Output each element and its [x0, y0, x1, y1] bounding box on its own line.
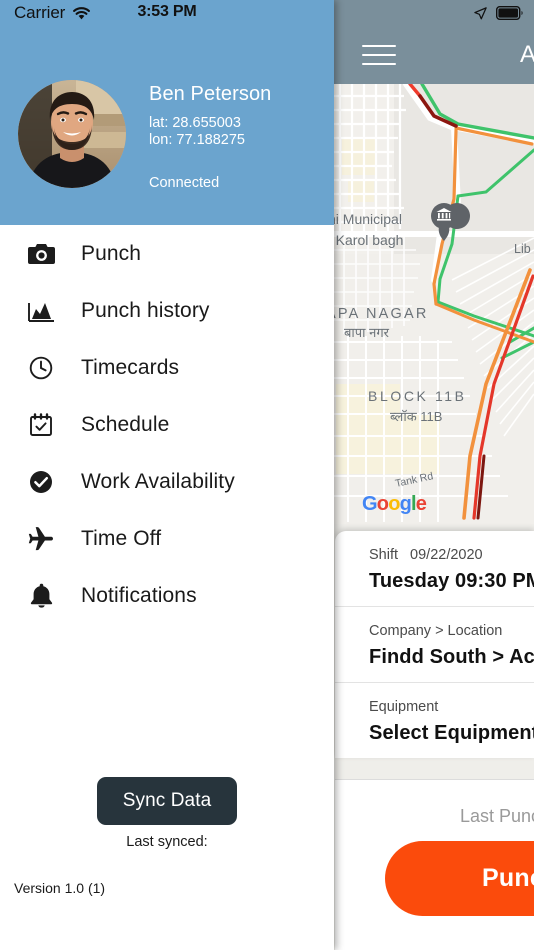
menu-item-label: Notifications	[81, 583, 197, 607]
battery-full-icon	[496, 6, 524, 20]
menu-item-punch-history[interactable]: Punch history	[0, 282, 334, 339]
map-tiles: Lib hi Municipal n Karol bagh APA NAGAR …	[334, 84, 534, 524]
location-label-text: Location	[447, 623, 503, 639]
side-drawer: Carrier 3:53 PM Ben Peterson lat: 28.655…	[0, 0, 334, 950]
svg-text:ब्लॉक 11B: ब्लॉक 11B	[390, 409, 442, 424]
location-arrow-icon	[473, 6, 488, 21]
latitude-line: lat: 28.655003	[149, 115, 241, 131]
user-avatar-photo[interactable]	[18, 80, 126, 188]
profile-text-block: Ben Peterson lat: 28.655003 lon: 77.1882…	[149, 80, 271, 191]
shift-row[interactable]: Shift 09/22/2020 Tuesday 09:30 PM	[335, 531, 534, 606]
menu-item-label: Punch	[81, 241, 142, 265]
logo-letter: G	[362, 493, 378, 515]
bell-icon	[26, 582, 56, 610]
page-title: Ac	[520, 41, 534, 68]
check-circle-icon	[26, 468, 56, 496]
svg-text:hi Municipal: hi Municipal	[334, 211, 402, 227]
company-location-value: Findd South > Ace	[369, 646, 534, 668]
logo-letter: g	[399, 493, 412, 515]
map-label: Lib	[514, 242, 531, 256]
drawer-header: Carrier 3:53 PM Ben Peterson lat: 28.655…	[0, 0, 334, 225]
punch-button[interactable]: Punc	[385, 841, 534, 916]
shift-details-card: Shift 09/22/2020 Tuesday 09:30 PM Compan…	[335, 531, 534, 758]
punch-area: Last Punch Punc	[335, 779, 534, 950]
camera-icon	[26, 240, 56, 268]
hamburger-menu-icon[interactable]	[362, 38, 396, 72]
company-location-label: Company > Location	[369, 623, 534, 639]
chart-area-icon	[26, 297, 56, 325]
logo-letter: o	[376, 493, 389, 515]
menu-item-timecards[interactable]: Timecards	[0, 339, 334, 396]
menu-item-schedule[interactable]: Schedule	[0, 396, 334, 453]
svg-text:n Karol bagh: n Karol bagh	[334, 232, 403, 248]
menu-item-label: Schedule	[81, 412, 170, 436]
main-screen: Ac	[334, 0, 534, 950]
svg-text:बापा नगर: बापा नगर	[344, 325, 390, 340]
drawer-menu: Punch Punch history Timecards Schedule W…	[0, 225, 334, 624]
equipment-row[interactable]: Equipment Select Equipment	[335, 682, 534, 758]
shift-date: 09/22/2020	[410, 547, 483, 563]
clock-icon	[26, 354, 56, 382]
hamburger-bar	[362, 54, 396, 56]
svg-text:APA NAGAR: APA NAGAR	[334, 306, 429, 322]
app-root: Ac	[0, 0, 534, 950]
svg-text:e: e	[334, 460, 335, 466]
menu-item-label: Punch history	[81, 298, 210, 322]
longitude-line: lon: 77.188275	[149, 132, 245, 148]
equipment-value[interactable]: Select Equipment	[369, 722, 534, 745]
sync-data-button[interactable]: Sync Data	[96, 777, 238, 825]
user-name: Ben Peterson	[149, 83, 272, 105]
airplane-icon	[26, 525, 56, 553]
menu-item-time-off[interactable]: Time Off	[0, 510, 334, 567]
status-bar-time: 3:53 PM	[137, 3, 197, 20]
menu-item-label: Work Availability	[81, 469, 235, 493]
menu-item-notifications[interactable]: Notifications	[0, 567, 334, 624]
gps-coordinates: lat: 28.655003 lon: 77.188275	[149, 115, 271, 149]
company-label-text: Company	[369, 623, 432, 639]
shift-row-label: Shift 09/22/2020	[369, 547, 534, 563]
separator-icon: >	[435, 623, 444, 639]
last-punch-label: Last Punch	[459, 806, 534, 826]
app-version-label: Version 1.0 (1)	[14, 880, 106, 896]
logo-letter: o	[388, 493, 400, 515]
svg-text:BLOCK 11B: BLOCK 11B	[368, 388, 467, 404]
equipment-label: Equipment	[369, 699, 439, 715]
shift-label-text: Shift	[369, 547, 399, 563]
sync-section: Sync Data Last synced:	[0, 777, 334, 850]
menu-item-work-availability[interactable]: Work Availability	[0, 453, 334, 510]
hamburger-bar	[362, 63, 396, 65]
status-bar-main	[334, 0, 534, 26]
profile-section: Ben Peterson lat: 28.655003 lon: 77.1882…	[0, 80, 334, 191]
main-navbar: Ac	[334, 26, 534, 84]
last-synced-label: Last synced:	[126, 834, 208, 850]
shift-row-value: Tuesday 09:30 PM	[369, 570, 534, 592]
status-bar-drawer: Carrier 3:53 PM	[0, 0, 334, 26]
menu-item-punch[interactable]: Punch	[0, 225, 334, 282]
map-view[interactable]: Lib hi Municipal n Karol bagh APA NAGAR …	[334, 84, 534, 524]
menu-item-label: Timecards	[81, 355, 180, 379]
logo-letter: e	[415, 493, 427, 515]
google-logo: Google	[362, 493, 427, 516]
calendar-check-icon	[26, 411, 56, 439]
connection-status: Connected	[149, 175, 220, 191]
menu-item-label: Time Off	[81, 526, 162, 550]
hamburger-bar	[362, 45, 396, 47]
company-location-row[interactable]: Company > Location Findd South > Ace	[335, 606, 534, 682]
